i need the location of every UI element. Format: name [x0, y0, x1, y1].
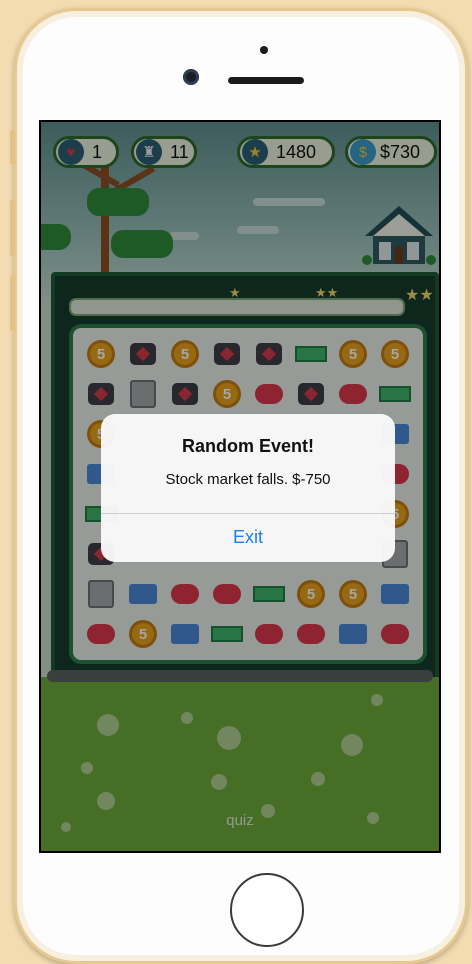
dialog-message: Stock market falls. $-750: [165, 471, 331, 488]
random-event-dialog: Random Event! Stock market falls. $-750 …: [101, 414, 395, 562]
front-camera-icon: [183, 69, 199, 85]
phone-screen: ♥ 1 ♜ 11 ★ 1480 $ $730 ★ ★★ ★★ 555555555…: [39, 120, 441, 853]
earpiece-speaker: [228, 77, 304, 84]
volume-down-button[interactable]: [10, 275, 15, 331]
game-view: ♥ 1 ♜ 11 ★ 1480 $ $730 ★ ★★ ★★ 555555555…: [41, 122, 439, 851]
mute-switch[interactable]: [10, 130, 15, 164]
dialog-title: Random Event!: [181, 436, 314, 456]
proximity-sensor: [260, 46, 268, 54]
volume-up-button[interactable]: [10, 200, 15, 256]
home-button[interactable]: [230, 873, 304, 947]
exit-button[interactable]: Exit: [101, 513, 395, 562]
